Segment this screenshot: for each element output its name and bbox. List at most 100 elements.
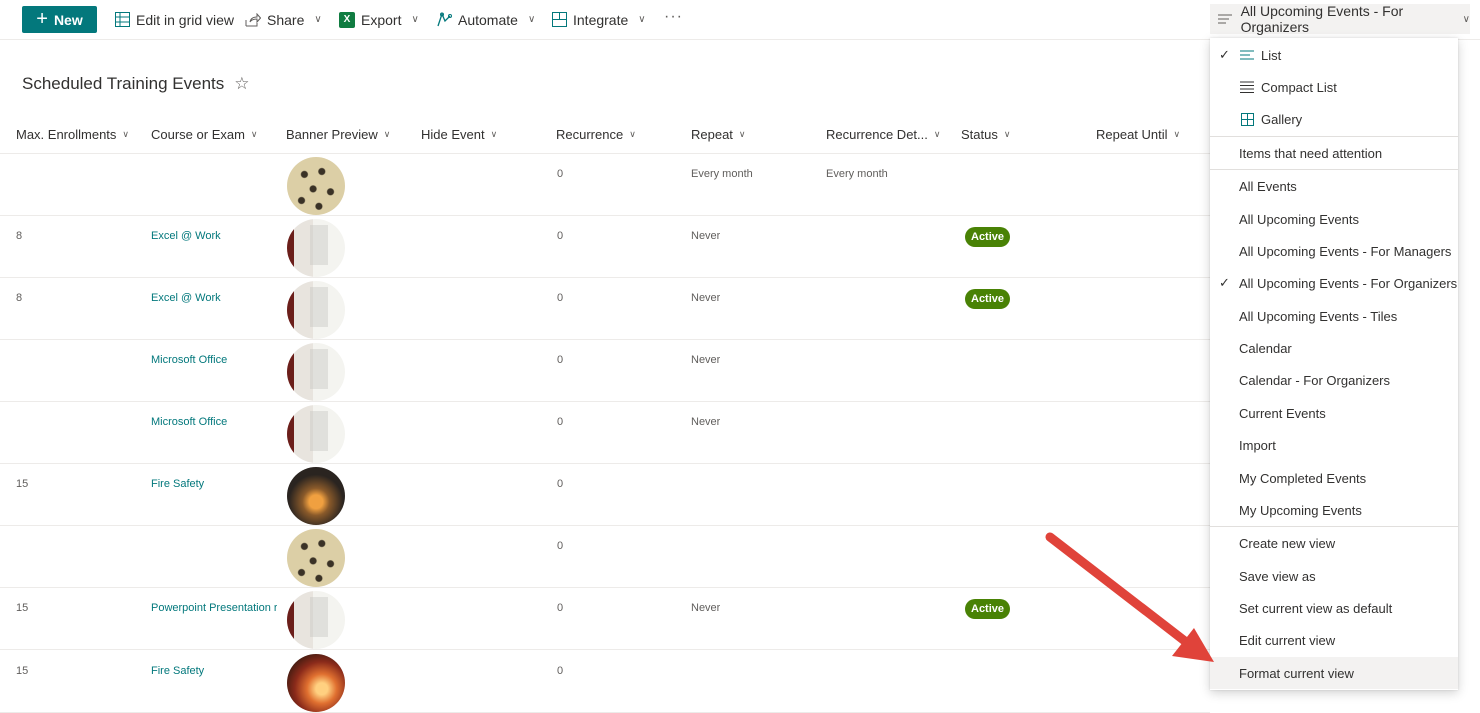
menu-item-set-default-view[interactable]: Set current view as default: [1210, 592, 1458, 624]
share-icon: [245, 12, 261, 28]
column-header-recurrence[interactable]: Recurrence ∨: [556, 114, 636, 154]
menu-item-format-current-view[interactable]: Format current view: [1210, 657, 1458, 689]
max-enrollments-cell: 15: [16, 602, 29, 614]
column-header-banner[interactable]: Banner Preview ∨: [286, 114, 390, 154]
menu-item-calendar-organizers[interactable]: Calendar - For Organizers: [1210, 364, 1458, 396]
more-options-icon[interactable]: ···: [664, 8, 683, 26]
chevron-down-icon: ∨: [314, 14, 322, 25]
favorite-star-icon[interactable]: ☆: [234, 74, 249, 94]
chevron-down-icon: ∨: [1462, 13, 1470, 25]
menu-item-items-need-attention[interactable]: Items that need attention: [1210, 137, 1458, 169]
recurrence-cell: 0: [557, 478, 564, 490]
command-bar: + New Edit in grid view Share ∨ X Export…: [0, 0, 1480, 40]
table-row[interactable]: 0 Every month Every month: [0, 154, 1210, 216]
banner-thumbnail: [287, 654, 345, 712]
menu-item-all-events[interactable]: All Events: [1210, 170, 1458, 202]
table-row[interactable]: Microsoft Office 0 Never: [0, 340, 1210, 402]
new-button[interactable]: + New: [22, 6, 97, 33]
menu-item-list[interactable]: ✓ List: [1210, 39, 1458, 71]
integrate-icon: [551, 12, 567, 28]
view-selector[interactable]: All Upcoming Events - For Organizers ∨: [1210, 3, 1470, 35]
edit-grid-label: Edit in grid view: [136, 11, 235, 28]
compact-list-icon: [1239, 81, 1255, 93]
export-button[interactable]: X Export ∨: [339, 0, 419, 39]
menu-item-import[interactable]: Import: [1210, 429, 1458, 461]
column-header-status[interactable]: Status ∨: [961, 114, 1010, 154]
chevron-down-icon: ∨: [1173, 128, 1181, 139]
course-link[interactable]: Powerpoint Presentation r: [151, 602, 277, 614]
share-label: Share: [267, 11, 305, 28]
chevron-down-icon: ∨: [629, 128, 636, 139]
banner-thumbnail: [287, 529, 345, 587]
column-header-hide-event[interactable]: Hide Event ∨: [421, 114, 497, 154]
menu-item-save-view-as[interactable]: Save view as: [1210, 560, 1458, 592]
max-enrollments-cell: 15: [16, 478, 29, 490]
list-icon: [1239, 50, 1255, 60]
recurrence-cell: 0: [557, 602, 564, 614]
chevron-down-icon: ∨: [738, 128, 746, 139]
check-icon: ✓: [1219, 47, 1230, 62]
column-header-course[interactable]: Course or Exam ∨: [151, 114, 258, 154]
column-header-repeat-until[interactable]: Repeat Until ∨: [1096, 114, 1180, 154]
course-link[interactable]: Microsoft Office: [151, 354, 277, 366]
table-row[interactable]: 15 Fire Safety 0: [0, 464, 1210, 526]
recurrence-cell: 0: [557, 665, 564, 677]
course-link[interactable]: Fire Safety: [151, 478, 277, 490]
integrate-label: Integrate: [573, 11, 629, 28]
menu-item-edit-current-view[interactable]: Edit current view: [1210, 624, 1458, 656]
banner-thumbnail: [287, 281, 345, 339]
menu-item-all-upcoming-events[interactable]: All Upcoming Events: [1210, 203, 1458, 235]
column-header-max-enrollments[interactable]: Max. Enrollments ∨: [16, 114, 129, 154]
banner-thumbnail: [287, 591, 345, 649]
menu-item-my-upcoming-events[interactable]: My Upcoming Events: [1210, 494, 1458, 526]
status-badge: Active: [965, 599, 1011, 619]
grid-icon: [114, 12, 130, 28]
repeat-cell: Never: [691, 292, 721, 304]
course-link[interactable]: Fire Safety: [151, 665, 277, 677]
plus-icon: +: [36, 7, 48, 30]
chevron-down-icon: ∨: [1003, 128, 1011, 139]
table-row[interactable]: Microsoft Office 0 Never: [0, 402, 1210, 464]
max-enrollments-cell: 15: [16, 665, 29, 677]
share-button[interactable]: Share ∨: [245, 0, 322, 39]
menu-item-gallery[interactable]: Gallery: [1210, 103, 1458, 135]
chevron-down-icon: ∨: [490, 128, 498, 139]
menu-item-upcoming-for-organizers[interactable]: ✓ All Upcoming Events - For Organizers: [1210, 267, 1458, 299]
course-link[interactable]: Excel @ Work: [151, 230, 277, 242]
menu-item-upcoming-tiles[interactable]: All Upcoming Events - Tiles: [1210, 300, 1458, 332]
menu-item-my-completed-events[interactable]: My Completed Events: [1210, 462, 1458, 494]
table-row[interactable]: 0: [0, 526, 1210, 588]
menu-item-upcoming-for-managers[interactable]: All Upcoming Events - For Managers: [1210, 235, 1458, 267]
table-row[interactable]: 15 Fire Safety 0: [0, 651, 1210, 713]
view-selector-label: All Upcoming Events - For Organizers: [1240, 3, 1404, 35]
menu-item-create-new-view[interactable]: Create new view: [1210, 527, 1458, 559]
recurrence-cell: 0: [557, 292, 564, 304]
table-row[interactable]: 15 Powerpoint Presentation r 0 Never Act…: [0, 588, 1210, 650]
repeat-cell: Never: [691, 230, 721, 242]
menu-item-compact-list[interactable]: Compact List: [1210, 71, 1458, 103]
export-label: Export: [361, 11, 402, 28]
menu-item-calendar[interactable]: Calendar: [1210, 332, 1458, 364]
table-row[interactable]: 8 Excel @ Work 0 Never Active: [0, 216, 1210, 278]
chevron-down-icon: ∨: [122, 128, 130, 139]
repeat-cell: Never: [691, 354, 721, 366]
max-enrollments-cell: 8: [16, 292, 23, 304]
page-title-row: Scheduled Training Events ☆: [22, 74, 250, 94]
column-header-repeat[interactable]: Repeat ∨: [691, 114, 746, 154]
banner-thumbnail: [287, 343, 345, 401]
recurrence-details-cell: Every month: [826, 168, 888, 180]
status-badge: Active: [965, 227, 1011, 247]
integrate-button[interactable]: Integrate ∨: [551, 0, 646, 39]
recurrence-cell: 0: [557, 540, 564, 552]
edit-grid-button[interactable]: Edit in grid view: [114, 0, 234, 39]
course-link[interactable]: Excel @ Work: [151, 292, 277, 304]
banner-thumbnail: [287, 467, 345, 525]
course-link[interactable]: Microsoft Office: [151, 416, 277, 428]
table-row[interactable]: 8 Excel @ Work 0 Never Active: [0, 278, 1210, 340]
automate-button[interactable]: Automate ∨: [436, 0, 535, 39]
list-view-icon: [1218, 11, 1233, 27]
chevron-down-icon: ∨: [411, 14, 419, 25]
column-header-recurrence-details[interactable]: Recurrence Det... ∨: [826, 114, 940, 154]
max-enrollments-cell: 8: [16, 230, 23, 242]
menu-item-current-events[interactable]: Current Events: [1210, 397, 1458, 429]
